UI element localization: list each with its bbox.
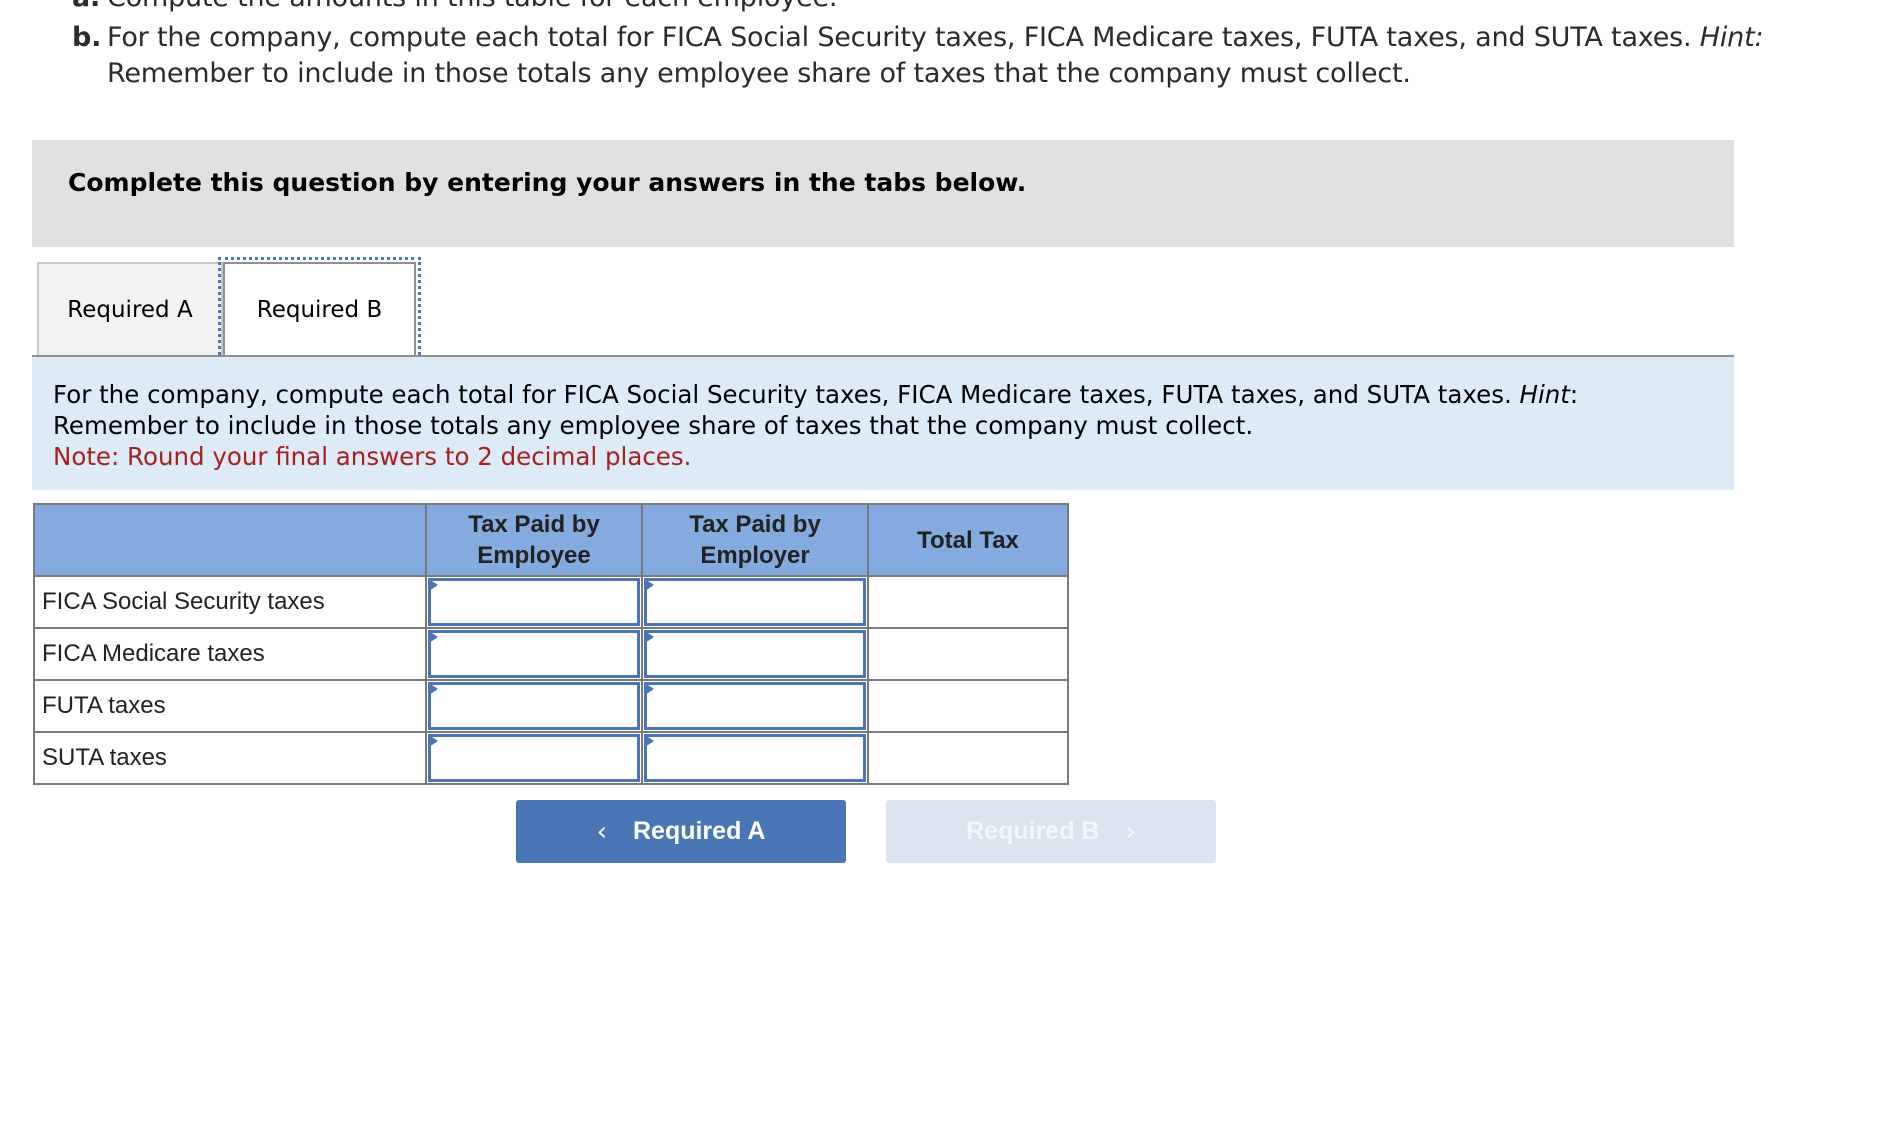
table-header-row: Tax Paid by Employee Tax Paid by Employe… [33, 503, 1069, 577]
total-tax-cell [867, 731, 1069, 785]
employer-tax-cell [641, 575, 869, 629]
tab-required-a-label: Required A [67, 296, 193, 323]
input-flag-icon [645, 579, 654, 591]
next-required-b-button[interactable]: Required B › [886, 800, 1216, 863]
instruction-banner: Complete this question by entering your … [32, 140, 1734, 247]
header-employer-line2: Employer [700, 542, 810, 569]
part-a-lead: a. [72, 0, 107, 13]
employer-tax-input[interactable] [647, 737, 863, 779]
employer-tax-input[interactable] [647, 685, 863, 727]
header-employer-line1: Tax Paid by [689, 511, 821, 538]
total-tax-cell [867, 679, 1069, 733]
part-b-text: For the company, compute each total for … [107, 22, 1700, 53]
row-label: FICA Medicare taxes [33, 627, 427, 681]
next-button-label: Required B [966, 817, 1100, 845]
prompt-panel: For the company, compute each total for … [32, 357, 1734, 490]
header-employer: Tax Paid by Employer [641, 503, 869, 577]
part-b-lead: b. [72, 22, 102, 53]
header-employee: Tax Paid by Employee [425, 503, 643, 577]
employee-tax-cell [425, 731, 643, 785]
tab-required-b-label: Required B [256, 296, 383, 323]
rounding-note: Note: Round your final answers to 2 deci… [53, 442, 692, 471]
chevron-left-icon: ‹ [596, 816, 607, 847]
input-flag-icon [645, 683, 654, 695]
input-flag-icon [429, 683, 438, 695]
header-employee-line2: Employee [477, 542, 591, 569]
total-tax-cell [867, 575, 1069, 629]
prompt-text: For the company, compute each total for … [53, 379, 1578, 472]
header-total: Total Tax [867, 503, 1069, 577]
input-flag-icon [429, 735, 438, 747]
employer-tax-cell [641, 627, 869, 681]
employer-tax-input[interactable] [647, 633, 863, 675]
row-label: SUTA taxes [33, 731, 427, 785]
tax-table: Tax Paid by Employee Tax Paid by Employe… [33, 503, 1069, 785]
prompt-line-1: For the company, compute each total for … [53, 379, 1578, 410]
table-row: FUTA taxes [33, 679, 1069, 733]
prompt-hint-colon: : [1569, 380, 1579, 409]
employer-tax-input[interactable] [647, 581, 863, 623]
input-flag-icon [429, 631, 438, 643]
prompt-line-2: Remember to include in those totals any … [53, 411, 1254, 440]
input-flag-icon [645, 631, 654, 643]
header-blank [33, 503, 427, 577]
row-label: FUTA taxes [33, 679, 427, 733]
instruction-text: Complete this question by entering your … [68, 168, 1027, 197]
table-row: FICA Medicare taxes [33, 627, 1069, 681]
chevron-right-icon: › [1125, 816, 1136, 847]
prompt-line-1-text: For the company, compute each total for … [53, 380, 1520, 409]
employer-tax-cell [641, 679, 869, 733]
prompt-hint-label: Hint [1519, 380, 1570, 409]
employee-tax-input[interactable] [431, 633, 637, 675]
row-label: FICA Social Security taxes [33, 575, 427, 629]
employee-tax-input[interactable] [431, 581, 637, 623]
prev-required-a-button[interactable]: ‹ Required A [516, 800, 846, 863]
employee-tax-input[interactable] [431, 737, 637, 779]
input-flag-icon [645, 735, 654, 747]
employee-tax-cell [425, 627, 643, 681]
table-row: SUTA taxes [33, 731, 1069, 785]
question-part-b-line2: Remember to include in those totals any … [107, 58, 1411, 89]
total-tax-cell [867, 627, 1069, 681]
header-employee-line1: Tax Paid by [468, 511, 600, 538]
tab-required-a[interactable]: Required A [37, 262, 223, 355]
employee-tax-input[interactable] [431, 685, 637, 727]
question-part-b: b. For the company, compute each total fo… [72, 22, 1764, 53]
part-b-hint-label: Hint: [1699, 22, 1764, 53]
employee-tax-cell [425, 679, 643, 733]
tab-required-b[interactable]: Required B [218, 257, 421, 360]
employer-tax-cell [641, 731, 869, 785]
part-a-text: Compute the amounts in this table for ea… [107, 0, 837, 13]
employee-tax-cell [425, 575, 643, 629]
prev-button-label: Required A [632, 817, 766, 845]
table-row: FICA Social Security taxes [33, 575, 1069, 629]
question-part-a: a.Compute the amounts in this table for … [72, 0, 837, 13]
input-flag-icon [429, 579, 438, 591]
